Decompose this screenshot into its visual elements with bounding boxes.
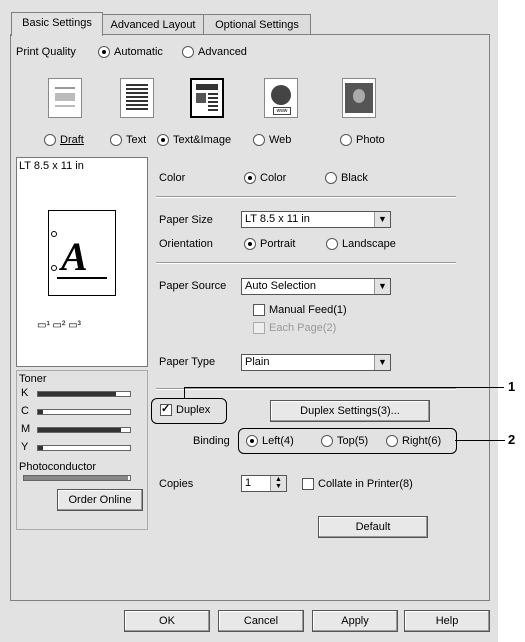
copies-stepper[interactable]: 1 ▲ ▼	[241, 475, 287, 492]
duplex-settings-button[interactable]: Duplex Settings(3)...	[270, 400, 430, 422]
duplex-callout-box	[151, 398, 227, 424]
help-button[interactable]: Help	[404, 610, 490, 632]
paper-type-label: Paper Type	[159, 356, 216, 368]
page-preview: LT 8.5 x 11 in A ▭¹ ▭² ▭³	[16, 157, 148, 367]
toner-level-bar	[37, 427, 131, 433]
orientation-portrait-radio[interactable]: Portrait	[244, 238, 295, 251]
paper-source-select[interactable]: Auto Selection ▼	[241, 278, 391, 295]
toner-level-bar	[37, 409, 131, 415]
divider	[156, 196, 456, 198]
radio-icon	[98, 46, 110, 59]
preview-paper-label: LT 8.5 x 11 in	[19, 160, 84, 172]
photoconductor-bar	[23, 475, 131, 481]
radio-icon	[253, 134, 265, 147]
callout-leader-line	[184, 387, 185, 399]
orientation-landscape-radio[interactable]: Landscape	[326, 238, 396, 251]
chevron-down-icon: ▼	[374, 279, 390, 294]
cancel-button[interactable]: Cancel	[218, 610, 304, 632]
web-globe-icon[interactable]: www	[264, 78, 298, 118]
radio-icon	[182, 46, 194, 59]
copies-label: Copies	[159, 478, 194, 490]
radio-icon	[244, 238, 256, 251]
preset-photo-radio[interactable]: Photo	[340, 134, 385, 147]
printer-properties-dialog: Basic Settings Advanced Layout Optional …	[0, 0, 498, 642]
chevron-down-icon: ▼	[374, 212, 390, 227]
color-label: Color	[159, 172, 186, 184]
draft-document-icon[interactable]	[48, 78, 82, 118]
paper-type-select[interactable]: Plain ▼	[241, 354, 391, 371]
divider	[156, 262, 456, 264]
quality-automatic-radio[interactable]: Automatic	[98, 46, 163, 59]
callout-number-1: 1	[508, 379, 516, 394]
divider	[156, 388, 456, 390]
callout-leader-line	[184, 387, 504, 388]
toner-status-group: Toner KCMY Photoconductor Order Online	[16, 370, 148, 530]
preset-draft-radio[interactable]: Draft	[44, 134, 84, 147]
toner-name-k: K	[21, 387, 29, 399]
toner-name-c: C	[21, 405, 29, 417]
collate-pages-icon: ▭¹ ▭² ▭³	[37, 320, 81, 331]
preset-text-image-radio[interactable]: Text&Image	[157, 134, 231, 147]
paper-source-label: Paper Source	[159, 280, 227, 292]
print-quality-label: Print Quality	[16, 46, 76, 58]
chevron-down-icon: ▼	[374, 355, 390, 370]
binding-callout-box	[238, 428, 457, 454]
radio-icon	[157, 134, 169, 147]
apply-button[interactable]: Apply	[312, 610, 398, 632]
preset-web-radio[interactable]: Web	[253, 134, 291, 147]
each-page-checkbox[interactable]: Each Page(2)	[253, 322, 336, 335]
ok-button[interactable]: OK	[124, 610, 210, 632]
radio-icon	[110, 134, 122, 147]
paper-size-select[interactable]: LT 8.5 x 11 in ▼	[241, 211, 391, 228]
text-document-icon[interactable]	[120, 78, 154, 118]
checkbox-icon	[302, 478, 314, 491]
orientation-label: Orientation	[159, 238, 213, 250]
checkbox-icon	[253, 304, 265, 317]
tab-optional-settings[interactable]: Optional Settings	[203, 14, 311, 35]
paper-size-label: Paper Size	[159, 214, 213, 226]
order-online-button[interactable]: Order Online	[57, 489, 143, 511]
manual-feed-checkbox[interactable]: Manual Feed(1)	[253, 304, 347, 317]
toner-level-bar	[37, 391, 131, 397]
photoconductor-label: Photoconductor	[19, 461, 97, 473]
toner-name-y: Y	[21, 441, 29, 453]
callout-leader-line	[455, 440, 505, 441]
tab-basic-settings[interactable]: Basic Settings	[11, 12, 103, 36]
binding-label: Binding	[193, 435, 230, 447]
toner-name-m: M	[21, 423, 31, 435]
quality-advanced-radio[interactable]: Advanced	[182, 46, 247, 59]
toner-level-bar	[37, 445, 131, 451]
toner-label: Toner	[19, 373, 47, 385]
radio-icon	[325, 172, 337, 185]
checkbox-icon	[253, 322, 265, 335]
photo-portrait-icon[interactable]	[342, 78, 376, 118]
preview-page-icon: A	[48, 210, 116, 296]
radio-icon	[340, 134, 352, 147]
spin-arrows-icon: ▲ ▼	[270, 476, 286, 491]
color-color-radio[interactable]: Color	[244, 172, 286, 185]
callout-number-2: 2	[508, 432, 516, 447]
default-button[interactable]: Default	[318, 516, 428, 538]
collate-checkbox[interactable]: Collate in Printer(8)	[302, 478, 413, 491]
radio-icon	[326, 238, 338, 251]
color-black-radio[interactable]: Black	[325, 172, 368, 185]
preview-letter-a: A	[61, 234, 88, 279]
tab-advanced-layout[interactable]: Advanced Layout	[102, 14, 204, 35]
preset-text-radio[interactable]: Text	[110, 134, 146, 147]
radio-icon	[44, 134, 56, 147]
text-image-document-icon[interactable]	[190, 78, 224, 118]
radio-icon	[244, 172, 256, 185]
